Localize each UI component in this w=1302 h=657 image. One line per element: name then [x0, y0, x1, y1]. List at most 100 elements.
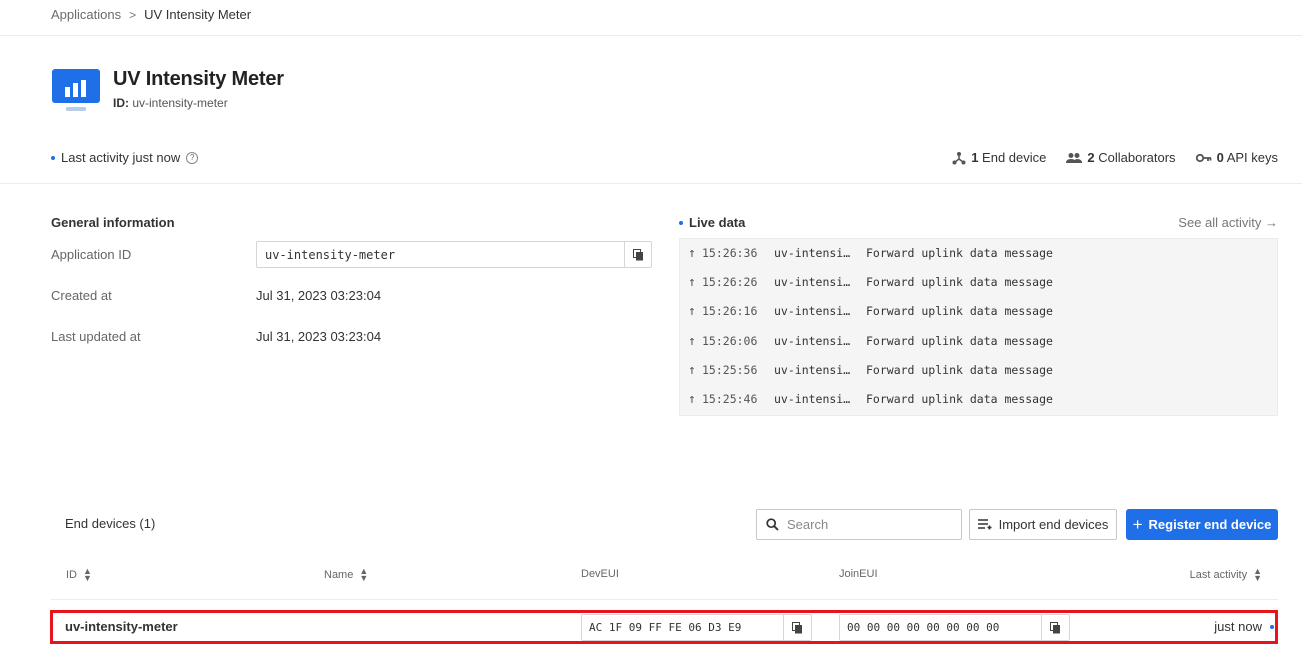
- event-time: 15:26:26: [702, 275, 758, 289]
- copy-joineui-button[interactable]: [1041, 615, 1069, 640]
- import-end-devices-label: Import end devices: [998, 517, 1109, 532]
- key-icon: [1195, 153, 1211, 162]
- event-message: Forward uplink data message: [866, 363, 1053, 377]
- collaborators-label: Collaborators: [1098, 150, 1176, 165]
- copy-deveui-button[interactable]: [783, 615, 811, 640]
- created-at-value: Jul 31, 2023 03:23:04: [256, 288, 382, 303]
- end-devices-title: End devices (1): [65, 516, 156, 531]
- sort-icon: ▲ ▼: [83, 566, 92, 583]
- status-dot: [51, 155, 55, 160]
- last-activity-text: Last activity just now: [61, 150, 181, 165]
- uplink-arrow-icon: ↑: [688, 303, 696, 319]
- event-device: uv-intensi…: [774, 275, 851, 289]
- help-icon[interactable]: ?: [186, 151, 199, 164]
- device-id-cell[interactable]: uv-intensity-meter: [65, 619, 178, 634]
- api-keys-label: API keys: [1226, 150, 1278, 165]
- search-placeholder: Search: [787, 517, 829, 532]
- event-message: Forward uplink data message: [866, 334, 1053, 348]
- event-device: uv-intensi…: [774, 334, 851, 348]
- live-data-row[interactable]: ↑ 15:25:56 uv-intensi… Forward uplink da…: [688, 360, 1053, 380]
- register-end-device-label: Register end device: [1148, 517, 1272, 532]
- api-keys-count-link[interactable]: 0 API keys: [1195, 150, 1278, 165]
- last-activity-status: Last activity just now ?: [51, 150, 199, 165]
- live-data-row[interactable]: ↑ 15:26:36 uv-intensi… Forward uplink da…: [688, 243, 1053, 263]
- live-data-feed[interactable]: ↑ 15:26:36 uv-intensi… Forward uplink da…: [679, 238, 1278, 416]
- divider: [0, 35, 1302, 36]
- activity-status-dot: [1270, 624, 1274, 629]
- uplink-arrow-icon: ↑: [688, 362, 696, 378]
- end-devices-count-link[interactable]: 1 End device: [952, 150, 1046, 165]
- application-id-label: Application ID: [51, 247, 132, 262]
- event-time: 15:25:56: [702, 363, 758, 377]
- collaborators-count: 2: [1087, 150, 1095, 165]
- api-keys-count: 0: [1216, 150, 1224, 165]
- column-header-name[interactable]: Name ▲ ▼: [324, 566, 369, 583]
- application-id-value[interactable]: uv-intensity-meter: [257, 242, 624, 267]
- copy-icon: [1050, 621, 1060, 633]
- collaborators-count-link[interactable]: 2 Collaborators: [1066, 150, 1176, 165]
- end-devices-count: 1: [971, 150, 979, 165]
- live-status-dot: [679, 220, 683, 225]
- general-information-title: General information: [51, 215, 175, 230]
- deveui-value[interactable]: AC 1F 09 FF FE 06 D3 E9: [582, 615, 783, 640]
- event-device: uv-intensi…: [774, 304, 851, 318]
- joineui-field[interactable]: 00 00 00 00 00 00 00 00: [839, 614, 1070, 641]
- devices-icon: [952, 151, 966, 164]
- collaborators-icon: [1066, 152, 1083, 163]
- event-message: Forward uplink data message: [866, 392, 1053, 406]
- import-end-devices-button[interactable]: Import end devices: [969, 509, 1117, 540]
- search-icon: [766, 518, 779, 531]
- live-data-row[interactable]: ↑ 15:26:06 uv-intensi… Forward uplink da…: [688, 331, 1053, 351]
- uplink-arrow-icon: ↑: [688, 274, 696, 290]
- event-time: 15:26:06: [702, 334, 758, 348]
- live-data-row[interactable]: ↑ 15:25:46 uv-intensi… Forward uplink da…: [688, 389, 1053, 409]
- copy-application-id-button[interactable]: [624, 242, 651, 267]
- column-header-deveui: DevEUI: [581, 568, 619, 580]
- table-divider: [51, 599, 1278, 600]
- sort-icon: ▲ ▼: [359, 566, 369, 583]
- see-all-activity-link[interactable]: See all activity →: [1178, 215, 1278, 230]
- live-data-row[interactable]: ↑ 15:26:16 uv-intensi… Forward uplink da…: [688, 301, 1053, 321]
- breadcrumb: Applications > UV Intensity Meter: [51, 7, 251, 22]
- live-data-title: Live data: [679, 215, 745, 230]
- uplink-arrow-icon: ↑: [688, 333, 696, 349]
- application-id-field[interactable]: uv-intensity-meter: [256, 241, 652, 268]
- end-devices-label: End device: [982, 150, 1047, 165]
- created-at-label: Created at: [51, 288, 112, 303]
- event-message: Forward uplink data message: [866, 304, 1053, 318]
- event-device: uv-intensi…: [774, 246, 851, 260]
- search-input[interactable]: Search: [756, 509, 962, 540]
- column-label: JoinEUI: [839, 568, 878, 580]
- plus-icon: +: [1132, 514, 1143, 534]
- application-icon: [52, 69, 100, 111]
- divider: [0, 183, 1302, 184]
- column-label: Last activity: [1189, 569, 1248, 581]
- deveui-field[interactable]: AC 1F 09 FF FE 06 D3 E9: [581, 614, 812, 641]
- application-id-caption: ID: uv-intensity-meter: [113, 96, 228, 110]
- column-label: DevEUI: [581, 568, 619, 580]
- copy-icon: [792, 621, 802, 633]
- copy-icon: [632, 248, 643, 260]
- breadcrumb-applications-link[interactable]: Applications: [51, 7, 121, 22]
- event-time: 15:26:36: [702, 246, 758, 260]
- register-end-device-button[interactable]: + Register end device: [1126, 509, 1278, 540]
- column-label: ID: [66, 569, 77, 581]
- event-device: uv-intensi…: [774, 392, 851, 406]
- column-header-last-activity[interactable]: Last activity ▲ ▼: [1189, 567, 1262, 583]
- event-message: Forward uplink data message: [866, 275, 1053, 289]
- breadcrumb-current[interactable]: UV Intensity Meter: [144, 7, 251, 22]
- live-data-row[interactable]: ↑ 15:26:26 uv-intensi… Forward uplink da…: [688, 272, 1053, 292]
- column-label: Name: [324, 569, 354, 581]
- live-data-label: Live data: [689, 215, 746, 230]
- application-counts: 1 End device 2 Collaborators 0 API keys: [952, 150, 1278, 165]
- event-time: 15:25:46: [702, 392, 758, 406]
- column-header-id[interactable]: ID ▲ ▼: [66, 566, 92, 583]
- last-updated-value: Jul 31, 2023 03:23:04: [256, 329, 382, 344]
- breadcrumb-separator: >: [129, 7, 137, 22]
- event-device: uv-intensi…: [774, 363, 851, 377]
- uplink-arrow-icon: ↑: [688, 245, 696, 261]
- column-header-joineui: JoinEUI: [839, 568, 878, 580]
- import-list-icon: [977, 519, 992, 530]
- joineui-value[interactable]: 00 00 00 00 00 00 00 00: [840, 615, 1041, 640]
- id-value: uv-intensity-meter: [132, 96, 228, 110]
